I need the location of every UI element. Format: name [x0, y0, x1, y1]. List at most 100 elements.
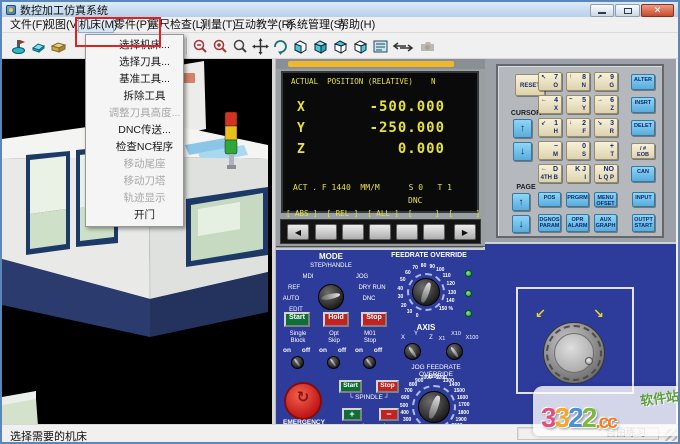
function-key[interactable]: AUX GRAPH [594, 214, 617, 232]
view-list-icon[interactable] [372, 38, 389, 55]
maximize-button[interactable] [615, 4, 640, 17]
address-key[interactable]: +T [594, 141, 618, 160]
handwheel-crank[interactable] [585, 357, 593, 365]
address-key[interactable]: K JI [566, 164, 590, 183]
increment-select-knob[interactable] [446, 343, 463, 360]
edit-key[interactable]: DELET [631, 120, 655, 136]
m01-stop-switch[interactable] [363, 356, 376, 369]
address-key[interactable]: ↖7O [538, 72, 562, 91]
jog-feedrate-knob[interactable] [418, 391, 450, 423]
toolbox-icon[interactable] [50, 38, 67, 55]
cycle-start-button[interactable]: Start [284, 312, 310, 327]
title-bar[interactable]: 数控加工仿真系统 ✕ [2, 2, 678, 17]
dial-value: 150 % [439, 306, 453, 312]
jog-plus-button[interactable]: + [342, 408, 362, 421]
menu-item[interactable]: 开门 [86, 207, 183, 224]
function-key[interactable]: POS [538, 192, 561, 207]
mode-selector-knob[interactable] [318, 284, 344, 310]
menu-machine[interactable]: 机床(M) 选择机床...选择刀具...基准工具...拆除工具调整刀具高度...… [78, 17, 114, 33]
feed-hold-button[interactable]: Hold [323, 312, 349, 327]
axis-select-knob[interactable] [404, 343, 421, 360]
menu-item[interactable]: 基准工具... [86, 71, 183, 88]
menu-measure[interactable]: 测量(T) [200, 17, 234, 33]
menu-part[interactable]: 零件(P) [114, 17, 148, 33]
spindle-stop-button[interactable]: Stop [376, 380, 399, 393]
function-key[interactable]: OUTPT START [632, 214, 655, 232]
softkey-blank[interactable] [423, 224, 445, 240]
page-down-key[interactable]: ↓ [512, 215, 530, 233]
menu-interactive-teaching[interactable]: 互动教学(R) [234, 17, 286, 33]
menu-help[interactable]: 帮助(H) [338, 17, 372, 33]
softkey-arrow[interactable]: ▶ [454, 224, 476, 240]
address-key[interactable]: ↗9G [594, 72, 618, 91]
spindle-start-button[interactable]: Start [339, 380, 362, 393]
address-key[interactable]: −M [538, 141, 562, 160]
address-key[interactable]: →6Z [594, 95, 618, 114]
address-key[interactable]: ↓2F [566, 118, 590, 137]
function-key[interactable]: MENU OFSET [594, 192, 617, 207]
function-key[interactable]: INPUT [632, 192, 655, 207]
swap-axes-icon[interactable] [392, 38, 414, 55]
address-key[interactable]: ↑8N [566, 72, 590, 91]
softkey-blank[interactable] [315, 224, 337, 240]
page-up-key[interactable]: ↑ [512, 193, 530, 211]
zoom-window-icon[interactable] [232, 38, 249, 55]
menu-item[interactable]: DNC传送... [86, 122, 183, 139]
address-key[interactable]: ~5Y [566, 95, 590, 114]
menu-gauge-check[interactable]: 塞尺检查(L) [148, 17, 200, 33]
cube-iso-icon[interactable] [312, 38, 329, 55]
address-key[interactable]: 0S [566, 141, 590, 160]
clamp-tool-icon[interactable] [10, 38, 27, 55]
pan-icon[interactable] [252, 38, 269, 55]
menu-item[interactable]: 选择机床... [86, 37, 183, 54]
cycle-stop-button[interactable]: Stop [361, 312, 387, 327]
address-key[interactable]: ↙1H [538, 118, 562, 137]
cube-top-icon[interactable] [332, 38, 349, 55]
cursor-down-key[interactable]: ↓ [513, 142, 532, 161]
zoom-out-icon[interactable] [192, 38, 209, 55]
softkey-blank[interactable] [396, 224, 418, 240]
menu-view[interactable]: 视图(V) [44, 17, 78, 33]
menu-item[interactable]: 移动尾座 [86, 156, 183, 173]
menu-item[interactable]: 轨迹显示 [86, 190, 183, 207]
address-key[interactable]: ←D4TH B [538, 164, 562, 183]
opt-skip-label: Opt Skip [318, 331, 350, 344]
single-block-switch[interactable] [291, 356, 304, 369]
emergency-stop-button[interactable]: ↻ [284, 382, 322, 420]
rotate-view-icon[interactable] [272, 38, 289, 55]
toolbar-separator [186, 38, 188, 55]
menu-file[interactable]: 文件(F) [10, 17, 44, 33]
edit-key[interactable]: ALTER [631, 74, 655, 90]
address-key[interactable]: ↘3R [594, 118, 618, 137]
opt-skip-switch[interactable] [327, 356, 340, 369]
cube-side-icon[interactable] [352, 38, 369, 55]
address-key[interactable]: NOL Q P [594, 164, 618, 183]
softkey-row: ◀▶ [280, 219, 481, 244]
mdi-keypad: RESET CURSOR ↑ ↓ PAGE ↑ ↓ ↖7O↑8N↗9G←4X~5… [496, 64, 664, 238]
close-button[interactable]: ✕ [641, 4, 674, 17]
softkey-arrow[interactable]: ◀ [287, 224, 309, 240]
edit-key[interactable]: INSRT [631, 97, 655, 113]
menu-item[interactable]: 选择刀具... [86, 54, 183, 71]
eraser-icon[interactable] [30, 38, 47, 55]
softkey-blank[interactable] [369, 224, 391, 240]
address-key[interactable]: ←4X [538, 95, 562, 114]
function-key[interactable]: OPR ALARM [566, 214, 589, 232]
menu-item[interactable]: 移动刀塔 [86, 173, 183, 190]
cube-front-icon[interactable] [292, 38, 309, 55]
feedrate-override-knob[interactable] [412, 278, 440, 306]
minimize-button[interactable] [590, 4, 614, 17]
zoom-in-icon[interactable] [212, 38, 229, 55]
jog-minus-button[interactable]: − [379, 408, 399, 421]
menu-item[interactable]: 调整刀具高度... [86, 105, 183, 122]
menu-item[interactable]: 拆除工具 [86, 88, 183, 105]
menu-item[interactable]: 检查NC程序 [86, 139, 183, 156]
edit-key[interactable]: / # EOB [631, 143, 655, 159]
dial-value: 50 [400, 277, 406, 283]
function-key[interactable]: PRGRM [566, 192, 589, 207]
function-key[interactable]: DGNOS PARAM [538, 214, 561, 232]
edit-key[interactable]: CAN [631, 166, 655, 182]
menu-system-manage[interactable]: 系统管理(S) [286, 17, 338, 33]
cursor-up-key[interactable]: ↑ [513, 119, 532, 138]
softkey-blank[interactable] [342, 224, 364, 240]
